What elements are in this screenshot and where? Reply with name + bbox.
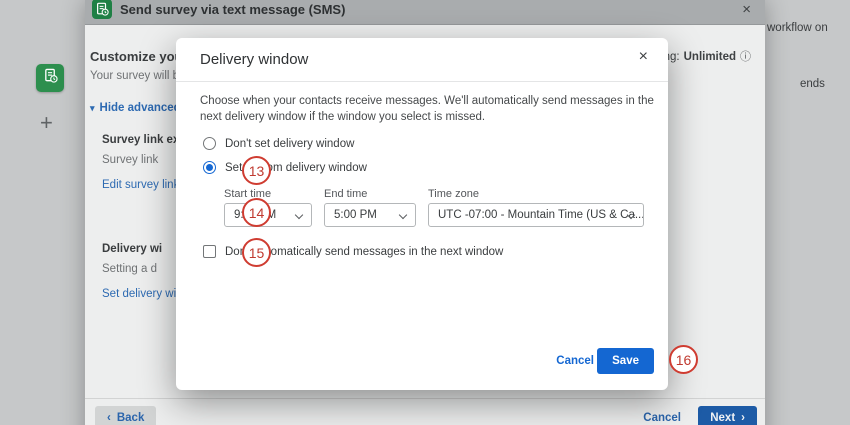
close-icon[interactable]: × (639, 49, 648, 65)
delivery-body-fragment: Setting a d (102, 263, 157, 275)
cancel-button[interactable]: Cancel (643, 412, 681, 424)
delivery-heading-fragment: Delivery wi (102, 243, 162, 255)
sms-distribution-node[interactable] (36, 64, 64, 92)
callout-14: 14 (242, 198, 271, 227)
app-root: + workflow on ends Send survey via text … (0, 0, 850, 425)
delivery-modal-title: Delivery window (200, 51, 308, 68)
radio-row-no-window[interactable]: Don't set delivery window (203, 137, 354, 150)
back-button-label: Back (117, 412, 145, 424)
remaining-value: Unlimited (684, 51, 736, 63)
edit-survey-link[interactable]: Edit survey link (102, 179, 179, 191)
end-time-label: End time (324, 188, 367, 200)
callout-13: 13 (242, 156, 271, 185)
close-icon[interactable]: × (742, 2, 751, 17)
back-button[interactable]: ‹ Back (95, 406, 156, 425)
survey-link-heading-fragment: Survey link exp (102, 134, 186, 146)
time-zone-select[interactable]: UTC -07:00 - Mountain Time (US & Ca... (428, 203, 644, 227)
radio-no-window-label: Don't set delivery window (225, 138, 354, 150)
radio-row-custom-window[interactable]: Set custom delivery window (203, 161, 367, 174)
info-icon[interactable]: ⓘ (740, 52, 751, 63)
start-time-label: Start time (224, 188, 271, 200)
workflow-toggle-label-fragment: workflow on (767, 22, 828, 34)
callout-16: 16 (669, 345, 698, 374)
survey-link-body-fragment: Survey link (102, 154, 158, 166)
next-button-label: Next (710, 412, 735, 424)
survey-sms-icon (43, 68, 58, 88)
sms-modal-header: Send survey via text message (SMS) × (85, 0, 765, 25)
time-zone-label: Time zone (428, 188, 479, 200)
cancel-button[interactable]: Cancel (556, 355, 594, 367)
add-step-button[interactable]: + (40, 110, 53, 136)
checkbox-unchecked[interactable] (203, 245, 216, 258)
chevron-down-icon (399, 211, 407, 219)
set-delivery-window-link[interactable]: Set delivery wi (102, 288, 176, 300)
node-label-fragment: ends (800, 78, 825, 90)
end-time-select[interactable]: 5:00 PM (324, 203, 416, 227)
hide-advanced-label: Hide advanced (100, 102, 181, 114)
chevron-down-icon: ▾ (90, 103, 95, 114)
header-divider (176, 81, 668, 82)
chevron-right-icon: › (741, 412, 745, 424)
customize-heading-fragment: Customize your (90, 49, 188, 64)
callout-15: 15 (242, 238, 271, 267)
sms-survey-icon (92, 0, 112, 19)
chevron-left-icon: ‹ (107, 412, 111, 424)
hide-advanced-link[interactable]: ▾ Hide advanced (90, 102, 181, 114)
footer-divider (85, 398, 765, 399)
chevron-down-icon (295, 211, 303, 219)
sms-modal-title: Send survey via text message (SMS) (120, 2, 345, 17)
delivery-description: Choose when your contacts receive messag… (200, 93, 654, 125)
end-time-value: 5:00 PM (334, 209, 377, 221)
radio-selected[interactable] (203, 161, 216, 174)
radio-unselected[interactable] (203, 137, 216, 150)
time-zone-value: UTC -07:00 - Mountain Time (US & Ca... (438, 209, 644, 221)
next-button[interactable]: Next › (698, 406, 757, 425)
save-button[interactable]: Save (597, 348, 654, 374)
